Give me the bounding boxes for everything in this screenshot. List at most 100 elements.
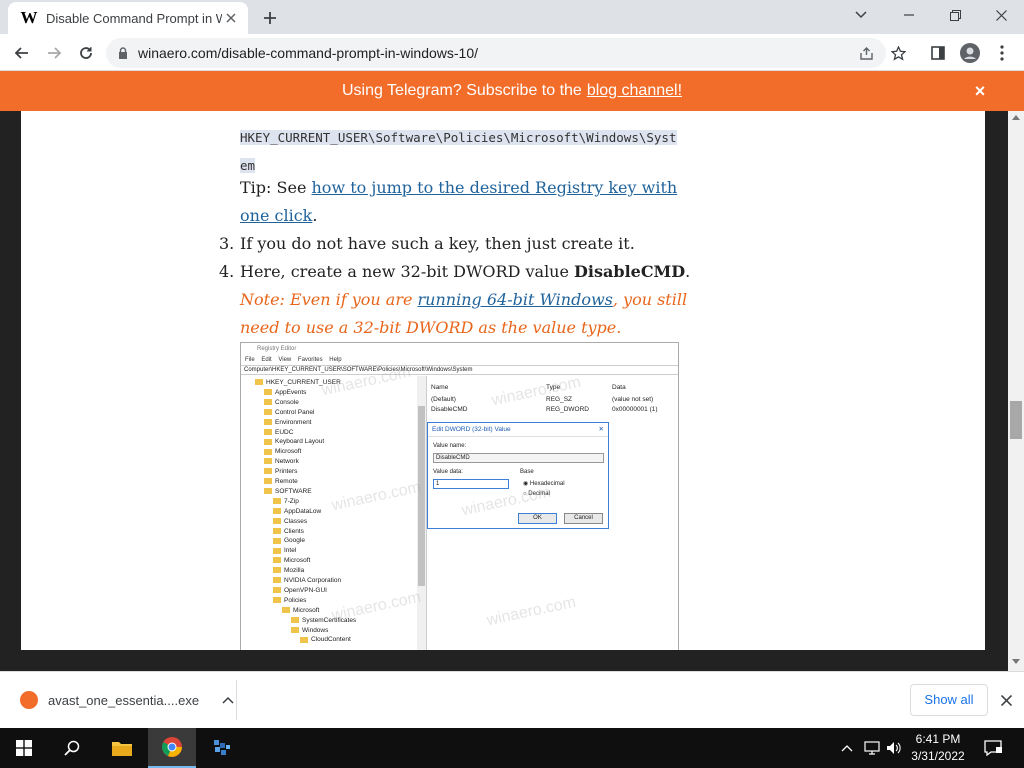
dialog-close-icon: ✕ [598,426,604,433]
close-window-icon[interactable] [978,0,1024,30]
folder-icon [264,438,272,445]
notifications-icon[interactable] [983,738,1003,758]
banner-link[interactable]: blog channel! [587,82,682,100]
banner-close-icon[interactable]: × [970,81,990,101]
menu-kebab-icon[interactable] [988,39,1016,67]
lock-icon [119,47,127,59]
regedit-tree-label: Clients [284,527,304,535]
article-page: HKEY_CURRENT_USER\Software\Policies\Micr… [21,111,985,650]
folder-icon [282,606,290,613]
folder-icon [273,527,281,534]
value-name-label: Value name: [433,443,467,449]
page-scrollbar[interactable] [1008,111,1024,671]
back-icon[interactable] [8,39,36,67]
regedit-tree-label: Keyboard Layout [275,438,325,446]
show-all-button[interactable]: Show all [910,684,988,716]
regedit-tree-item: Microsoft [264,447,301,457]
folder-icon [264,448,272,455]
bookmark-star-icon[interactable] [884,39,912,67]
tab-title: Disable Command Prompt in Windows 10 [46,10,222,26]
browser-toolbar: winaero.com/disable-command-prompt-in-wi… [0,34,1024,71]
windows-taskbar: 6:41 PM 3/31/2022 [0,728,1024,768]
regedit-tree-item: SOFTWARE [264,487,312,497]
note-link[interactable]: running 64-bit Windows [418,290,613,309]
regedit-tree-label: EUDC [275,428,294,436]
tip-end: . [312,206,318,225]
share-icon[interactable] [852,39,880,67]
scroll-up-icon[interactable] [1012,115,1020,120]
network-icon[interactable] [862,738,882,758]
forward-icon[interactable] [40,39,68,67]
scroll-thumb[interactable] [1010,401,1022,439]
profile-avatar-icon[interactable] [956,39,984,67]
dialog-ok-button: OK [518,513,557,524]
reload-icon[interactable] [72,39,100,67]
chrome-icon[interactable] [148,728,196,768]
volume-icon[interactable] [884,738,904,758]
watermark: winaero.com [485,593,578,630]
browser-tab[interactable]: W Disable Command Prompt in Windows 10 [8,2,248,34]
note-line-1: Note: Even if you are running 64-bit Win… [240,286,687,314]
regedit-tree-item: Microsoft [282,606,319,616]
regedit-tree-label: OpenVPN-GUI [284,586,327,594]
regedit-tree-label: Environment [275,418,312,426]
download-shelf-close-icon[interactable] [996,690,1016,710]
url-text: winaero.com/disable-command-prompt-in-wi… [138,45,479,61]
download-item[interactable]: avast_one_essentia....exe [14,682,234,718]
tab-search-icon[interactable] [838,0,884,30]
address-bar[interactable]: winaero.com/disable-command-prompt-in-wi… [106,38,886,68]
regedit-tree-label: Remote [275,478,298,485]
regedit-tree-item: Windows [291,626,328,636]
regedit-tree-label: Microsoft [275,448,302,456]
regedit-tree-label: AppEvents [275,388,307,396]
minimize-icon[interactable] [886,0,932,30]
regedit-tree-item: EUDC [264,428,293,438]
new-tab-button[interactable] [258,6,282,30]
registry-editor-screenshot: Registry Editor File Edit View Favorites… [240,342,679,650]
step-4-number: 4. [219,262,235,281]
value-data: 0x00000001 (1) [612,406,658,413]
taskbar-clock[interactable]: 6:41 PM 3/31/2022 [902,731,974,765]
side-panel-icon[interactable] [924,39,952,67]
folder-icon [264,488,272,495]
regedit-tree-item: 7-Zip [273,497,299,507]
chevron-up-icon[interactable] [222,696,234,704]
folder-icon [273,577,281,584]
clock-time: 6:41 PM [915,732,961,746]
download-filename: avast_one_essentia....exe [48,692,200,708]
dialog-title-text: Edit DWORD (32-bit) Value [432,426,511,433]
file-explorer-icon[interactable] [98,728,146,768]
folder-icon [273,567,281,574]
regedit-tree-label: Printers [275,468,298,476]
regedit-tree-item: NVIDIA Corporation [273,576,341,586]
tray-chevron-up-icon[interactable] [837,738,857,758]
regedit-tree-item: Classes [273,517,307,527]
regedit-tree-item: Keyboard Layout [264,437,324,447]
download-separator [236,680,237,720]
regedit-tree-item: Google [273,536,305,546]
tip-link-cont[interactable]: one click [240,206,312,225]
folder-icon [273,498,281,505]
tab-strip: W Disable Command Prompt in Windows 10 [0,0,1024,34]
regedit-tree-item: AppEvents [264,388,306,398]
base-label: Base [520,469,534,475]
folder-icon [273,537,281,544]
restore-icon[interactable] [932,0,978,30]
folder-icon [273,587,281,594]
regedit-tree-label: 7-Zip [284,497,299,505]
tip-link[interactable]: how to jump to the desired Registry key … [312,178,678,197]
folder-icon [264,399,272,406]
tab-close-icon[interactable] [222,9,240,27]
search-icon[interactable] [48,728,96,768]
regedit-icon[interactable] [198,728,246,768]
value-name: (Default) [431,396,456,403]
scroll-down-icon[interactable] [1012,659,1020,664]
windows-start-icon[interactable] [0,728,48,768]
banner-text: Using Telegram? Subscribe to the [341,82,582,99]
regedit-tree-item: OpenVPN-GUI [273,586,327,596]
folder-icon [291,626,299,633]
tip-line-2: one click. [240,202,317,230]
regedit-tree-label: Google [284,537,305,545]
regedit-tree-label: Windows [302,626,329,634]
regedit-tree-item: Remote [264,477,298,487]
